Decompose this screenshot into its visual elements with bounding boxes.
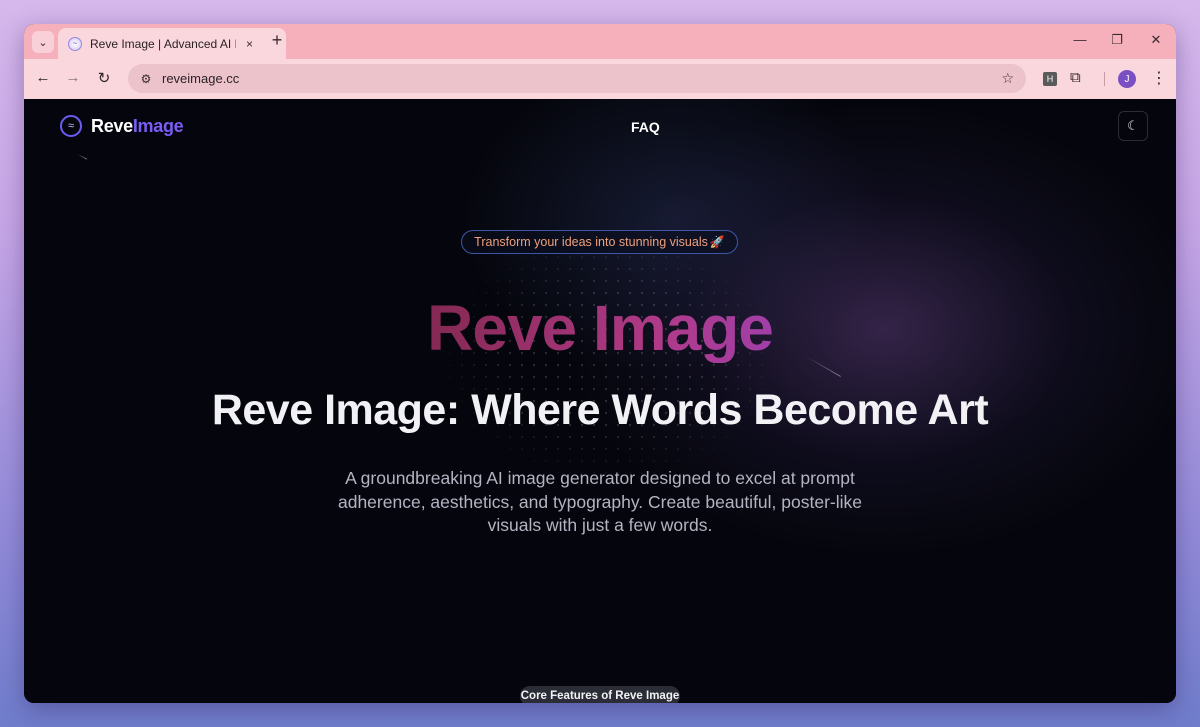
reve-favicon-icon: ~ (68, 36, 82, 51)
minimize-button[interactable]: — (1070, 32, 1090, 47)
restore-button[interactable]: ❐ (1107, 32, 1127, 48)
site-logo[interactable]: ≈ ReveImage (60, 115, 184, 137)
address-url[interactable]: reveimage.cc (162, 71, 239, 86)
tab-reve-image[interactable]: ~ Reve Image | Advanced AI Imag × (58, 28, 286, 59)
close-icon[interactable]: × (246, 37, 253, 51)
browser-window: ⌄ ~ Reve Image | Advanced AI Imag × + — … (24, 24, 1176, 703)
hero-gradient-title: Reve Image (24, 293, 1176, 363)
hero-heading: Reve Image: Where Words Become Art (211, 386, 989, 434)
address-bar[interactable]: ⚙ reveimage.cc ☆ (128, 64, 1026, 93)
back-button[interactable]: ← (33, 69, 53, 86)
close-window-button[interactable]: ✕ (1146, 32, 1166, 48)
browser-toolbar: ← → ↻ ⚙ reveimage.cc ☆ H ⧉ J ⋮ (24, 59, 1176, 99)
nav-faq-link[interactable]: FAQ (631, 119, 660, 135)
bookmark-star-icon[interactable]: ☆ (1001, 70, 1014, 87)
logo-text: ReveImage (91, 115, 184, 137)
moon-icon: ☾ (1127, 118, 1139, 133)
tab-search-button[interactable]: ⌄ (32, 31, 54, 53)
hero-description: A groundbreaking AI image generator desi… (337, 468, 863, 535)
reload-button[interactable]: ↻ (94, 69, 114, 87)
web-page: ≈ ReveImage FAQ ☾ Transform your ideas i… (24, 99, 1176, 703)
rocket-icon: 🚀 (709, 235, 725, 249)
badge-text: Transform your ideas into stunning visua… (474, 235, 708, 249)
shooting-star-decoration (77, 154, 88, 160)
extensions-puzzle-icon[interactable]: ⧉ (1070, 69, 1081, 86)
new-tab-button[interactable]: + (266, 30, 288, 51)
toolbar-divider (1104, 72, 1105, 86)
logo-text-reve: Reve (91, 115, 133, 136)
theme-toggle-button[interactable]: ☾ (1118, 111, 1148, 141)
tab-strip: ⌄ ~ Reve Image | Advanced AI Imag × + — … (24, 24, 1176, 59)
browser-menu-icon[interactable]: ⋮ (1151, 68, 1167, 88)
wave-logo-icon: ≈ (60, 115, 82, 137)
extension-h-icon[interactable]: H (1043, 72, 1057, 86)
forward-button[interactable]: → (63, 69, 83, 86)
site-settings-icon[interactable]: ⚙ (138, 72, 154, 86)
profile-avatar[interactable]: J (1118, 70, 1136, 88)
features-section-pill: Core Features of Reve Image (520, 686, 680, 703)
tab-title: Reve Image | Advanced AI Imag (90, 36, 236, 51)
chevron-down-icon: ⌄ (38, 36, 48, 49)
logo-text-image: Image (132, 115, 184, 136)
tagline-badge: Transform your ideas into stunning visua… (461, 230, 738, 254)
